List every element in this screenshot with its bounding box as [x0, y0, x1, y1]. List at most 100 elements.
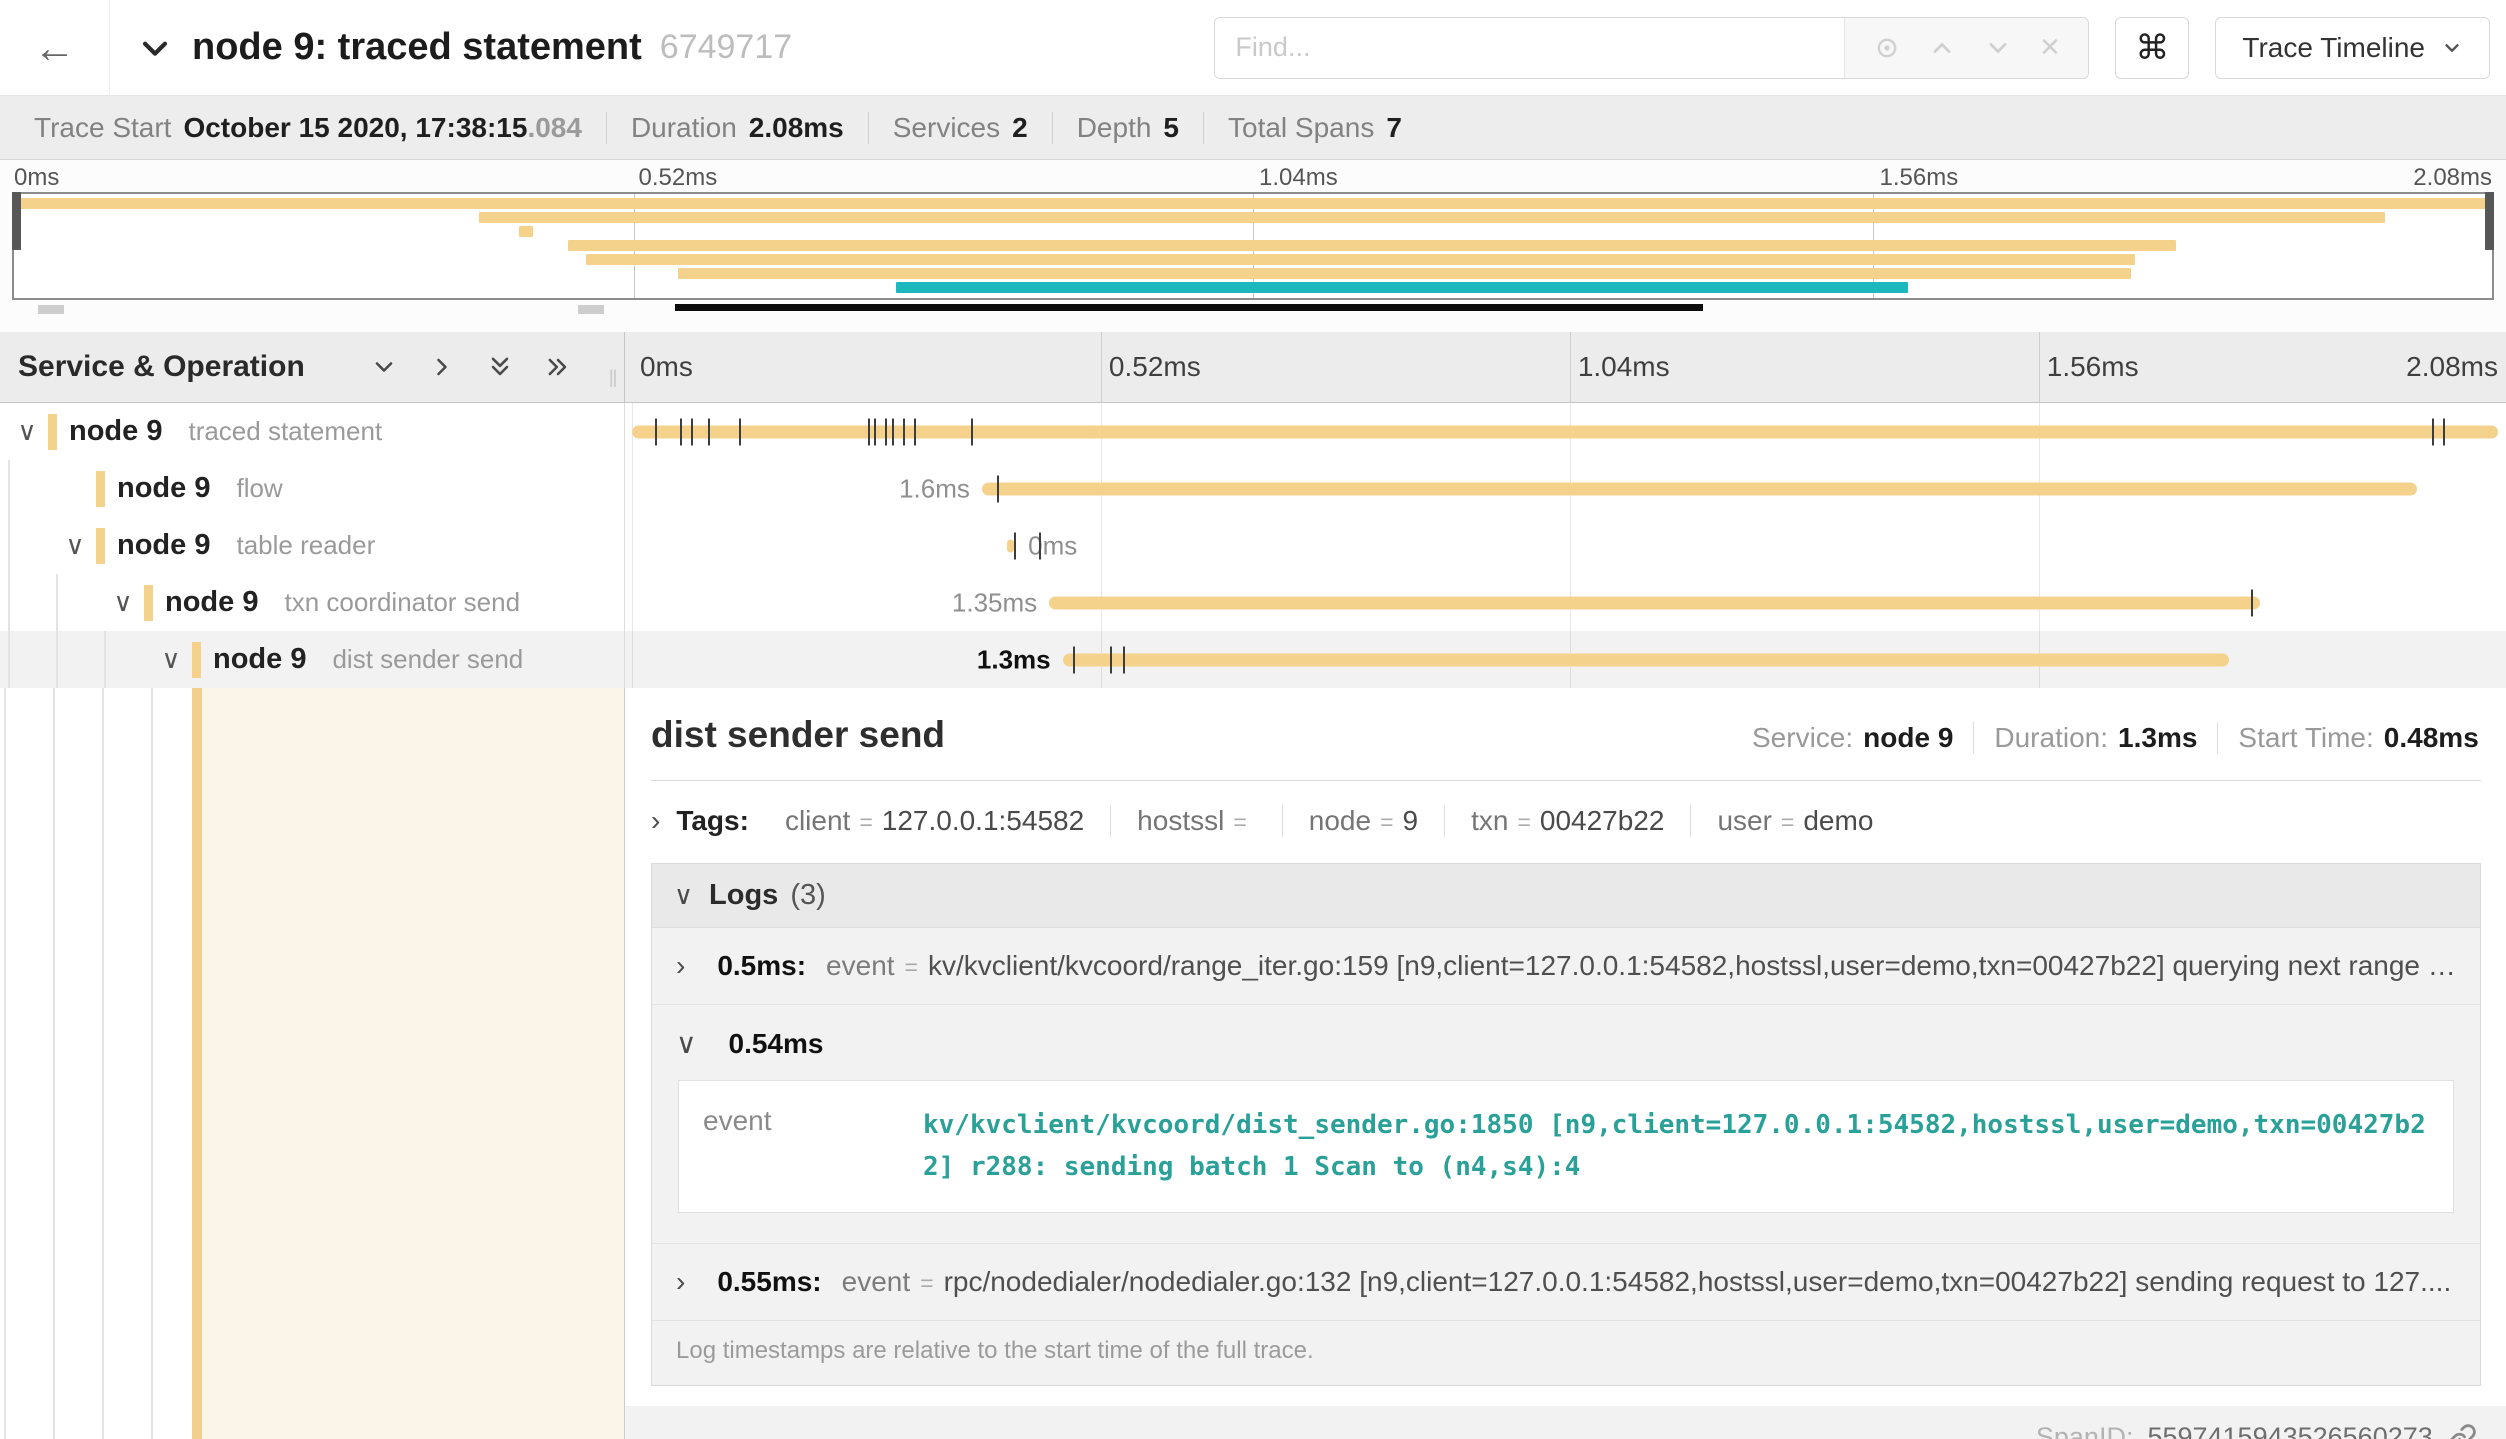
span-name-content[interactable]: ∨node 9traced statement — [0, 403, 624, 460]
collapse-one-icon[interactable] — [370, 353, 398, 381]
chevron-down-icon[interactable]: ∨ — [12, 416, 42, 447]
operation-name: traced statement — [188, 416, 382, 447]
summary-label: Trace Start — [34, 112, 171, 144]
detail-meta-label: Start Time: — [2238, 722, 2373, 753]
trace-minimap: 0ms0.52ms1.04ms1.56ms2.08ms — [0, 160, 2506, 332]
find-group: ✕ — [1214, 17, 2089, 79]
tag-chip[interactable]: node=9 — [1282, 805, 1444, 837]
operation-name: txn coordinator send — [284, 587, 520, 618]
expand-all-icon[interactable] — [544, 353, 572, 381]
tags-toggle-row[interactable]: › Tags: client=127.0.0.1:54582hostssl=no… — [651, 781, 2481, 863]
log-marker-tick — [2251, 589, 2253, 616]
span-timeline-cell[interactable]: 1.3ms — [625, 631, 2506, 688]
minimap-axis: 0ms0.52ms1.04ms1.56ms2.08ms — [12, 164, 2494, 190]
minimap-canvas[interactable] — [12, 192, 2494, 300]
trace-view-selector[interactable]: Trace Timeline — [2215, 17, 2490, 79]
minimap-scroll-indicator[interactable] — [675, 304, 1703, 311]
log-marker-tick — [1123, 646, 1125, 673]
service-name: node 9 — [117, 472, 210, 505]
summary-value: 2.08ms — [749, 112, 844, 144]
prev-match-icon[interactable] — [1928, 34, 1956, 62]
tag-chip[interactable]: txn=00427b22 — [1444, 805, 1690, 837]
span-bar[interactable] — [982, 482, 2417, 495]
tag-key: txn — [1471, 805, 1508, 836]
timeline-header-gridline — [2039, 332, 2040, 402]
chevron-down-icon[interactable]: ∨ — [60, 530, 90, 561]
log-marker-tick — [874, 418, 876, 445]
tag-key: node — [1309, 805, 1371, 836]
service-color-bar — [144, 585, 153, 621]
scrubber-grip[interactable] — [578, 305, 604, 314]
minimap-right-scrubber[interactable] — [2485, 192, 2494, 250]
summary-item: Depth5 — [1052, 112, 1203, 144]
find-tools: ✕ — [1844, 18, 2088, 78]
operation-name: flow — [236, 473, 282, 504]
service-name: node 9 — [213, 643, 306, 676]
service-color-bar — [192, 642, 201, 678]
span-bar[interactable] — [1049, 596, 2260, 609]
log-marker-tick — [1073, 646, 1075, 673]
column-resizer-grip[interactable]: ‖ — [608, 366, 620, 394]
clear-find-icon[interactable]: ✕ — [2039, 32, 2061, 63]
logs-toggle-header[interactable]: ∨ Logs (3) — [652, 864, 2480, 928]
expand-one-icon[interactable] — [428, 353, 456, 381]
tag-value: 127.0.0.1:54582 — [882, 805, 1084, 836]
collapse-all-icon[interactable] — [486, 353, 514, 381]
summary-label: Total Spans — [1228, 112, 1374, 144]
chevron-down-icon[interactable] — [138, 31, 172, 65]
chevron-down-icon[interactable]: ∨ — [108, 587, 138, 618]
log-field-key: event — [826, 950, 895, 982]
match-target-icon[interactable] — [1873, 34, 1901, 62]
log-marker-tick — [914, 418, 916, 445]
equals-sign: = — [859, 809, 872, 835]
chevron-down-icon[interactable]: ∨ — [156, 644, 186, 675]
span-detail-indent-column — [0, 688, 625, 1439]
log-marker-tick — [655, 418, 657, 445]
log-toggle-line[interactable]: ∨0.54ms — [676, 1027, 2456, 1060]
tag-chip[interactable]: hostssl= — [1110, 805, 1282, 837]
minimap-span-bar — [896, 282, 1909, 293]
tag-chip[interactable]: user=demo — [1690, 805, 1899, 837]
tag-value: 00427b22 — [1540, 805, 1665, 836]
log-toggle-line[interactable]: ›0.55ms:event=rpc/nodedialer/nodedialer.… — [676, 1266, 2456, 1298]
log-marker-tick — [708, 418, 710, 445]
back-arrow-icon: ← — [34, 24, 76, 72]
next-match-icon[interactable] — [1984, 34, 2012, 62]
span-name-content[interactable]: ∨node 9txn coordinator send — [0, 574, 624, 631]
summary-label: Depth — [1077, 112, 1152, 144]
keyboard-shortcuts-button[interactable]: ⌘ — [2115, 17, 2189, 79]
link-icon[interactable] — [2447, 1423, 2477, 1439]
back-button[interactable]: ← — [0, 0, 110, 96]
scrubber-grip[interactable] — [38, 305, 64, 314]
span-row: ∨node 9txn coordinator send1.35ms — [0, 574, 2506, 631]
span-name-content[interactable]: ∨node 9table reader — [0, 517, 624, 574]
log-field-key: event — [703, 1105, 923, 1188]
page-title: node 9: traced statement — [192, 26, 642, 69]
timeline-tick-label: 1.56ms — [2047, 351, 2139, 383]
trace-summary-bar: Trace StartOctober 15 2020, 17:38:15.084… — [0, 96, 2506, 160]
span-timeline-cell[interactable]: 1.35ms — [625, 574, 2506, 631]
span-bar[interactable] — [632, 425, 2498, 438]
operation-name: table reader — [236, 530, 375, 561]
span-id-label: SpanID: — [2036, 1422, 2134, 1439]
minimap-left-scrubber[interactable] — [12, 192, 21, 250]
service-color-bar — [96, 471, 105, 507]
timeline-header-row: Service & Operation ‖ 0ms0.52ms1.04ms1.5… — [0, 332, 2506, 403]
span-timeline-cell[interactable] — [625, 403, 2506, 460]
minimap-span-bar — [586, 254, 2135, 265]
tag-chip[interactable]: client=127.0.0.1:54582 — [759, 805, 1110, 837]
chevron-right-icon: › — [676, 1266, 685, 1298]
equals-sign: = — [905, 954, 918, 981]
span-timeline-cell[interactable]: 1.6ms — [625, 460, 2506, 517]
span-name-content[interactable]: ∨ node 9 dist sender send — [0, 631, 624, 688]
logs-footnote: Log timestamps are relative to the start… — [652, 1321, 2480, 1385]
log-field-table: eventkv/kvclient/kvcoord/dist_sender.go:… — [678, 1080, 2454, 1213]
span-timeline-cell[interactable]: 0ms — [625, 517, 2506, 574]
span-name-content[interactable]: node 9 flow — [0, 460, 624, 517]
find-input[interactable] — [1215, 18, 1844, 78]
span-bar[interactable] — [1063, 653, 2229, 666]
log-marker-tick — [2443, 418, 2445, 445]
log-timestamp: 0.5ms: — [717, 950, 806, 982]
operation-name: dist sender send — [332, 644, 523, 675]
log-toggle-line[interactable]: ›0.5ms:event=kv/kvclient/kvcoord/range_i… — [676, 950, 2456, 982]
